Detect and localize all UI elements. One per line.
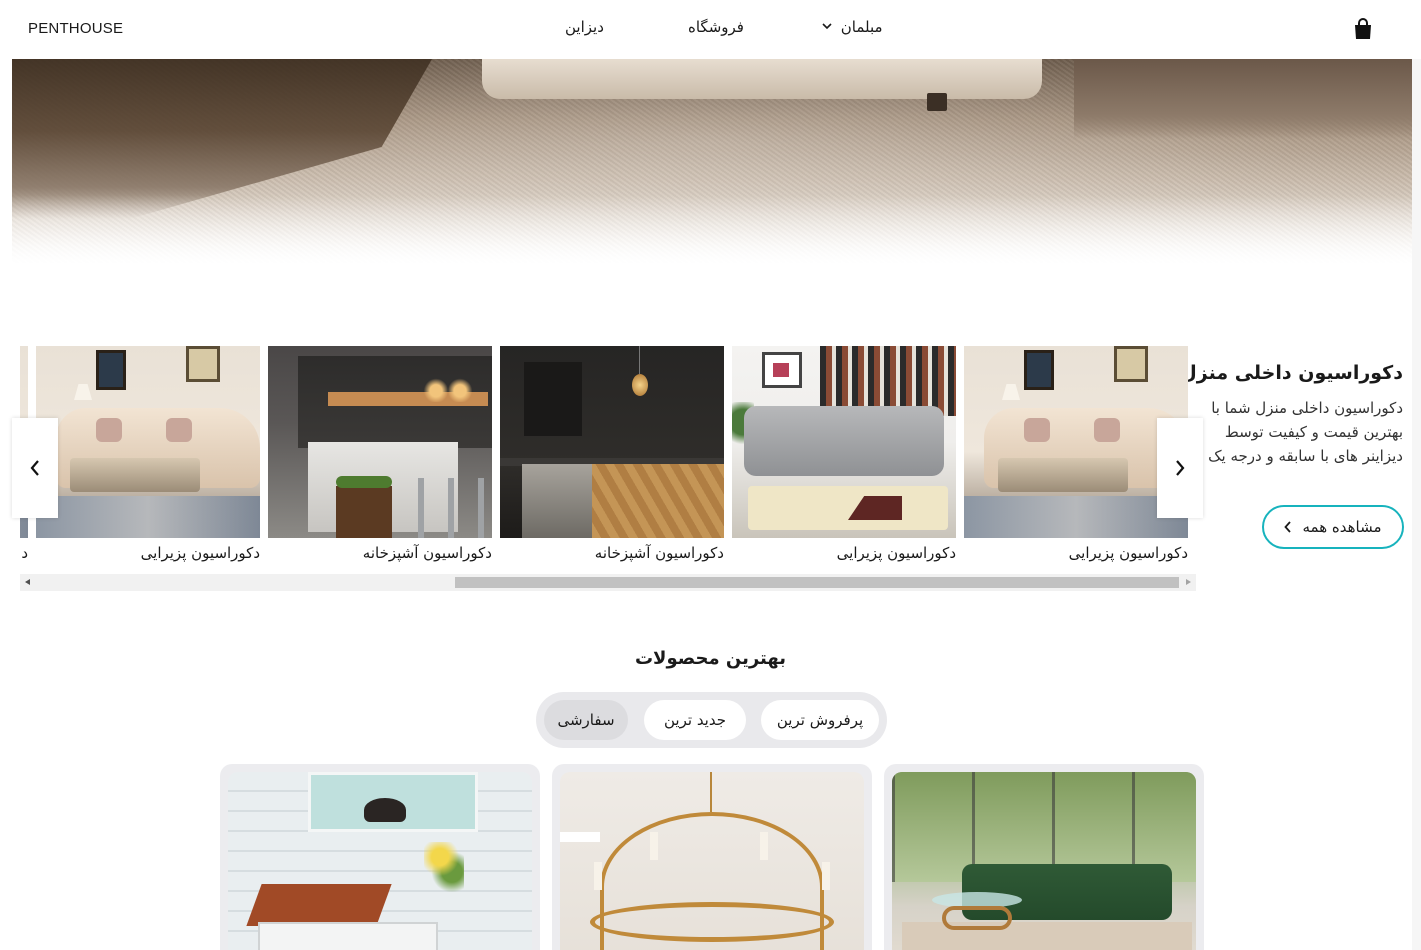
scroll-right-icon[interactable]	[1186, 579, 1191, 585]
slide-caption: دکوراسیون پزیرایی	[1068, 544, 1188, 562]
product-card[interactable]	[552, 764, 872, 950]
product-card[interactable]	[220, 764, 540, 950]
tab-newest[interactable]: جدید ترین	[644, 700, 746, 740]
best-products-title: بهترین محصولات	[634, 648, 787, 669]
hero-banner	[12, 59, 1412, 265]
page-scrollbar[interactable]	[1412, 0, 1421, 950]
nav-link-design[interactable]: دیزاین	[565, 18, 604, 36]
hero-sofa-center	[482, 59, 1042, 99]
carousel-next-button[interactable]	[1157, 418, 1203, 518]
carousel-slide[interactable]: دکوراسیون آشپزخانه	[268, 346, 492, 562]
view-all-button[interactable]: مشاهده همه	[1262, 505, 1404, 549]
carousel-scrollbar[interactable]	[20, 574, 1196, 591]
hero-sofa-leg	[927, 93, 947, 111]
scroll-left-icon[interactable]	[25, 579, 30, 585]
shopping-bag-icon[interactable]	[1353, 18, 1373, 40]
interior-carousel[interactable]: دکوراسیون پزیرایی دکوراسیون پزیرایی دکور…	[20, 346, 1196, 576]
nav-link-shop[interactable]: فروشگاه	[688, 18, 744, 36]
nav-link-furniture-label: مبلمان	[840, 18, 883, 36]
slide-caption: د	[21, 544, 28, 562]
nav-link-furniture[interactable]: مبلمان	[822, 18, 883, 36]
living-room-image	[964, 346, 1188, 538]
dark-kitchen-image	[500, 346, 724, 538]
carousel-prev-button[interactable]	[12, 418, 58, 518]
tab-bestseller[interactable]: پرفروش ترین	[761, 700, 879, 740]
slide-caption: دکوراسیون آشپزخانه	[362, 544, 492, 562]
product-card[interactable]	[884, 764, 1204, 950]
carousel-slide[interactable]: دکوراسیون پزیرایی	[36, 346, 260, 562]
chevron-down-icon	[822, 23, 832, 30]
chevron-left-icon	[30, 460, 39, 476]
desk-image	[228, 772, 532, 950]
carousel-slide[interactable]: دکوراسیون پزیرایی	[732, 346, 956, 562]
living-room-image	[36, 346, 260, 538]
carousel-slide[interactable]: دکوراسیون پزیرایی	[964, 346, 1188, 562]
slide-caption: دکوراسیون پزیرایی	[140, 544, 260, 562]
chevron-left-icon	[1284, 521, 1292, 533]
scrollbar-thumb[interactable]	[455, 577, 1179, 588]
brand-logo[interactable]: PENTHOUSE	[28, 20, 123, 37]
hero-furniture-right	[1074, 59, 1412, 139]
chevron-right-icon	[1176, 460, 1185, 476]
interior-intro: دکوراسیون داخلی منزل دکوراسیون داخلی منز…	[1180, 362, 1403, 468]
island-kitchen-image	[268, 346, 492, 538]
grey-sofa-room-image	[732, 346, 956, 538]
hero-fade	[12, 195, 1412, 265]
navbar: PENTHOUSE دیزاین فروشگاه مبلمان	[0, 0, 1421, 59]
interior-description: دکوراسیون داخلی منزل شما با بهترین قیمت …	[1208, 399, 1403, 465]
interior-title: دکوراسیون داخلی منزل	[1180, 362, 1403, 384]
slide-caption: دکوراسیون آشپزخانه	[594, 544, 724, 562]
tab-custom[interactable]: سفارشی	[544, 700, 628, 740]
view-all-label: مشاهده همه	[1302, 518, 1382, 536]
chandelier-image	[560, 772, 864, 950]
slide-caption: دکوراسیون پزیرایی	[836, 544, 956, 562]
product-tabs: پرفروش ترین جدید ترین سفارشی	[536, 692, 887, 748]
green-sofa-image	[892, 772, 1196, 950]
carousel-slide[interactable]: دکوراسیون آشپزخانه	[500, 346, 724, 562]
